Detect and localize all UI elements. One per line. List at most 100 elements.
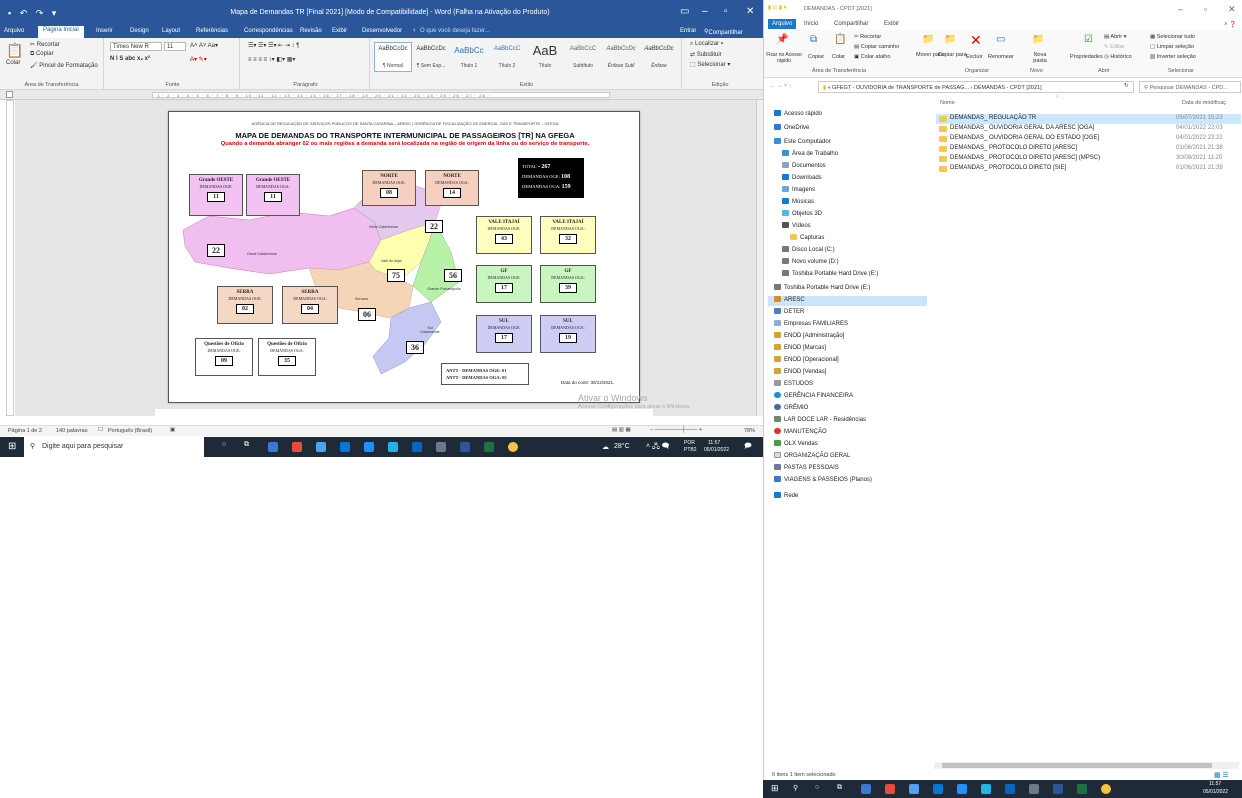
taskbar-date[interactable]: 05/01/2022 <box>704 447 729 453</box>
tree-item-enod-vendas[interactable]: ENOD [Vendas] <box>774 368 826 378</box>
style-enfase[interactable]: AaBbCcDc Ênfase <box>640 42 678 72</box>
status-language[interactable]: Português (Brasil) <box>108 428 152 434</box>
tree-item-viagens[interactable]: VIAGENS & PASSEIOS (Planos) <box>774 476 872 486</box>
cortana-icon[interactable]: ○ <box>815 784 819 791</box>
tree-item-pastas-pessoais[interactable]: PASTAS PESSOAIS <box>774 464 839 474</box>
task-view-icon[interactable]: ⧉ <box>244 441 249 449</box>
status-page[interactable]: Página 1 de 2 <box>8 428 42 434</box>
store-icon[interactable] <box>412 442 422 452</box>
select-all-button[interactable]: ▦ Selecionar tudo <box>1150 34 1195 40</box>
proofing-icon[interactable]: ☐ <box>98 427 103 433</box>
maximize-icon[interactable]: ▫ <box>724 6 728 17</box>
chrome-alt-icon[interactable] <box>508 442 518 452</box>
search-icon[interactable]: ⚲ <box>793 784 798 792</box>
font-format-buttons[interactable]: N I S abc x₂ x² <box>110 56 150 62</box>
status-words[interactable]: 140 palavras <box>56 428 88 434</box>
edge-icon[interactable] <box>388 442 398 452</box>
excel-icon[interactable] <box>1077 784 1087 794</box>
word-icon[interactable] <box>460 442 470 452</box>
file-row[interactable]: DEMANDAS_ REGULAÇÃO TR 05/07/2021 15:23 <box>936 114 1241 124</box>
horizontal-ruler[interactable]: · 1 · 2 · 3 · 4 · 5 · 6 · 7 · 8 · 9 · 10… <box>0 90 763 100</box>
zoom-slider[interactable]: – ───────┼─── + <box>650 427 702 433</box>
help-icon[interactable]: ˄ ❓ <box>1224 21 1237 28</box>
calculator-icon[interactable] <box>436 442 446 452</box>
replace-button[interactable]: ⇄ Substituir <box>690 51 722 58</box>
invert-selection-button[interactable]: ▧ Inverter seleção <box>1150 54 1196 60</box>
notification-icon[interactable]: 🗩 <box>744 442 752 453</box>
taskbar-layout[interactable]: PTB2 <box>684 447 697 453</box>
tab-inserir[interactable]: Inserir <box>96 28 113 34</box>
select-none-button[interactable]: ▢ Limpar seleção <box>1150 44 1194 50</box>
edge-legacy-icon[interactable] <box>957 784 967 794</box>
move-to-icon[interactable]: 📁 <box>922 34 934 45</box>
browser-icon[interactable] <box>909 784 919 794</box>
taskbar-weather[interactable]: 28°C <box>614 443 630 450</box>
task-view-icon[interactable]: ⧉ <box>837 784 842 792</box>
new-folder-button[interactable]: Nova pasta <box>1028 52 1052 64</box>
tree-item-desktop[interactable]: Área de Trabalho <box>782 150 838 160</box>
weather-icon[interactable]: ☁ <box>602 443 609 451</box>
tree-item-organizacao[interactable]: ORGANIZAÇÃO GERAL <box>774 452 850 462</box>
tab-layout[interactable]: Layout <box>162 28 180 34</box>
copy-to-icon[interactable]: 📁 <box>944 34 956 45</box>
taskbar-app-icon-1[interactable] <box>861 784 871 794</box>
history-button[interactable]: ◷ Histórico <box>1104 54 1132 60</box>
delete-button[interactable]: Excluir <box>966 54 983 60</box>
explorer-maximize-icon[interactable]: ▫ <box>1204 4 1207 14</box>
tree-item-enod-marcas[interactable]: ENOD [Marcas] <box>774 344 826 354</box>
tab-exibir[interactable]: Exibir <box>332 28 347 34</box>
taskbar-lang[interactable]: POR <box>684 440 695 446</box>
tree-item-downloads[interactable]: Downloads <box>782 174 822 184</box>
explorer-paste-button[interactable]: Colar <box>832 54 845 60</box>
taskbar-search[interactable]: ⚲ Digite aqui para pesquisar <box>24 437 204 457</box>
tree-item-empresas[interactable]: Empresas FAMILIARES <box>774 320 848 330</box>
tab-design[interactable]: Design <box>130 28 149 34</box>
tab-desenvolvedor[interactable]: Desenvolvedor <box>362 28 402 34</box>
copy-button[interactable]: ⧉ Copiar <box>30 51 54 58</box>
tab-pagina-inicial[interactable]: Página Inicial <box>38 26 84 38</box>
tree-item-onedrive[interactable]: OneDrive <box>774 124 809 134</box>
file-row[interactable]: DEMANDAS_ OUVIDORIA GERAL DA ARESC [OGA]… <box>936 124 1241 134</box>
word-icon[interactable] <box>1053 784 1063 794</box>
list-icons[interactable]: ☰▾ ☰▾ ☰▾ ⇤ ⇥ ↕ ¶ <box>248 42 299 49</box>
style-titulo-1[interactable]: AaBbCc Título 1 <box>450 42 488 72</box>
tree-item-deter[interactable]: DETER <box>774 308 804 318</box>
horizontal-scrollbar[interactable] <box>934 762 1239 769</box>
style-titulo[interactable]: AaB Título <box>526 42 564 72</box>
find-button[interactable]: ⌕ Localizar ▾ <box>690 41 723 48</box>
column-name-header[interactable]: Nome <box>940 100 955 106</box>
tree-item-this-pc[interactable]: Este Computador <box>774 138 831 148</box>
calculator-icon[interactable] <box>1029 784 1039 794</box>
cut-button[interactable]: ✂ Recortar <box>30 41 60 48</box>
tree-item-captures[interactable]: Capturas <box>790 234 824 244</box>
edit-button[interactable]: ✎ Editar <box>1104 44 1125 50</box>
explorer-copy-button[interactable]: Copiar <box>808 54 824 60</box>
tree-item-estudos[interactable]: ESTUDOS <box>774 380 813 390</box>
copy-path-button[interactable]: ▤ Copiar caminho <box>854 44 899 50</box>
taskbar-app-icon-1[interactable] <box>268 442 278 452</box>
tree-item-disk-c[interactable]: Disco Local (C:) <box>782 246 835 256</box>
copy-to-button[interactable]: Copiar para <box>938 52 967 58</box>
explorer-taskbar-date[interactable]: 05/01/2022 <box>1203 789 1228 795</box>
align-icons[interactable]: ≡ ≡ ≡ ≡ ↕▾ ◧▾ ▦▾ <box>248 56 295 63</box>
nav-arrows[interactable]: ← → ˅ ↑ <box>770 83 792 89</box>
tree-item-quick-access[interactable]: Acesso rápido <box>774 110 822 120</box>
folder-qat-icons[interactable]: ▮ ☑ ▮ ▾ <box>768 5 786 11</box>
close-icon[interactable]: ✕ <box>746 6 754 17</box>
tree-item-documents[interactable]: Documentos <box>782 162 826 172</box>
edge-icon[interactable] <box>981 784 991 794</box>
select-button[interactable]: ⬚ Selecionar ▾ <box>690 61 730 68</box>
file-row[interactable]: DEMANDAS_ PROTOCOLO DIRETO [ARESC] (MPSC… <box>936 154 1241 164</box>
macro-icon[interactable]: ▣ <box>170 427 175 433</box>
edge-legacy-icon[interactable] <box>364 442 374 452</box>
tree-item-lar-doce-lar[interactable]: LAR DOCE LAR - Residências <box>774 416 866 426</box>
paste-button[interactable]: Colar <box>6 60 20 66</box>
explorer-tab-arquivo[interactable]: Arquivo <box>768 19 797 29</box>
style-enfase-sutil[interactable]: AaBbCcDc Ênfase Sutil <box>602 42 640 72</box>
tree-item-toshiba-e-root[interactable]: Toshiba Portable Hard Drive (E:) <box>774 284 870 294</box>
tree-item-gerencia-financeira[interactable]: GERÊNCIA FINANCEIRA <box>774 392 853 402</box>
refresh-icon[interactable]: ↻ <box>1124 83 1129 89</box>
scroll-thumb[interactable] <box>942 763 1212 768</box>
explorer-search-input[interactable]: ⚲ Pesquisar DEMANDAS - CPD... <box>1139 81 1241 93</box>
open-button[interactable]: ▤ Abrir ▾ <box>1104 34 1126 40</box>
